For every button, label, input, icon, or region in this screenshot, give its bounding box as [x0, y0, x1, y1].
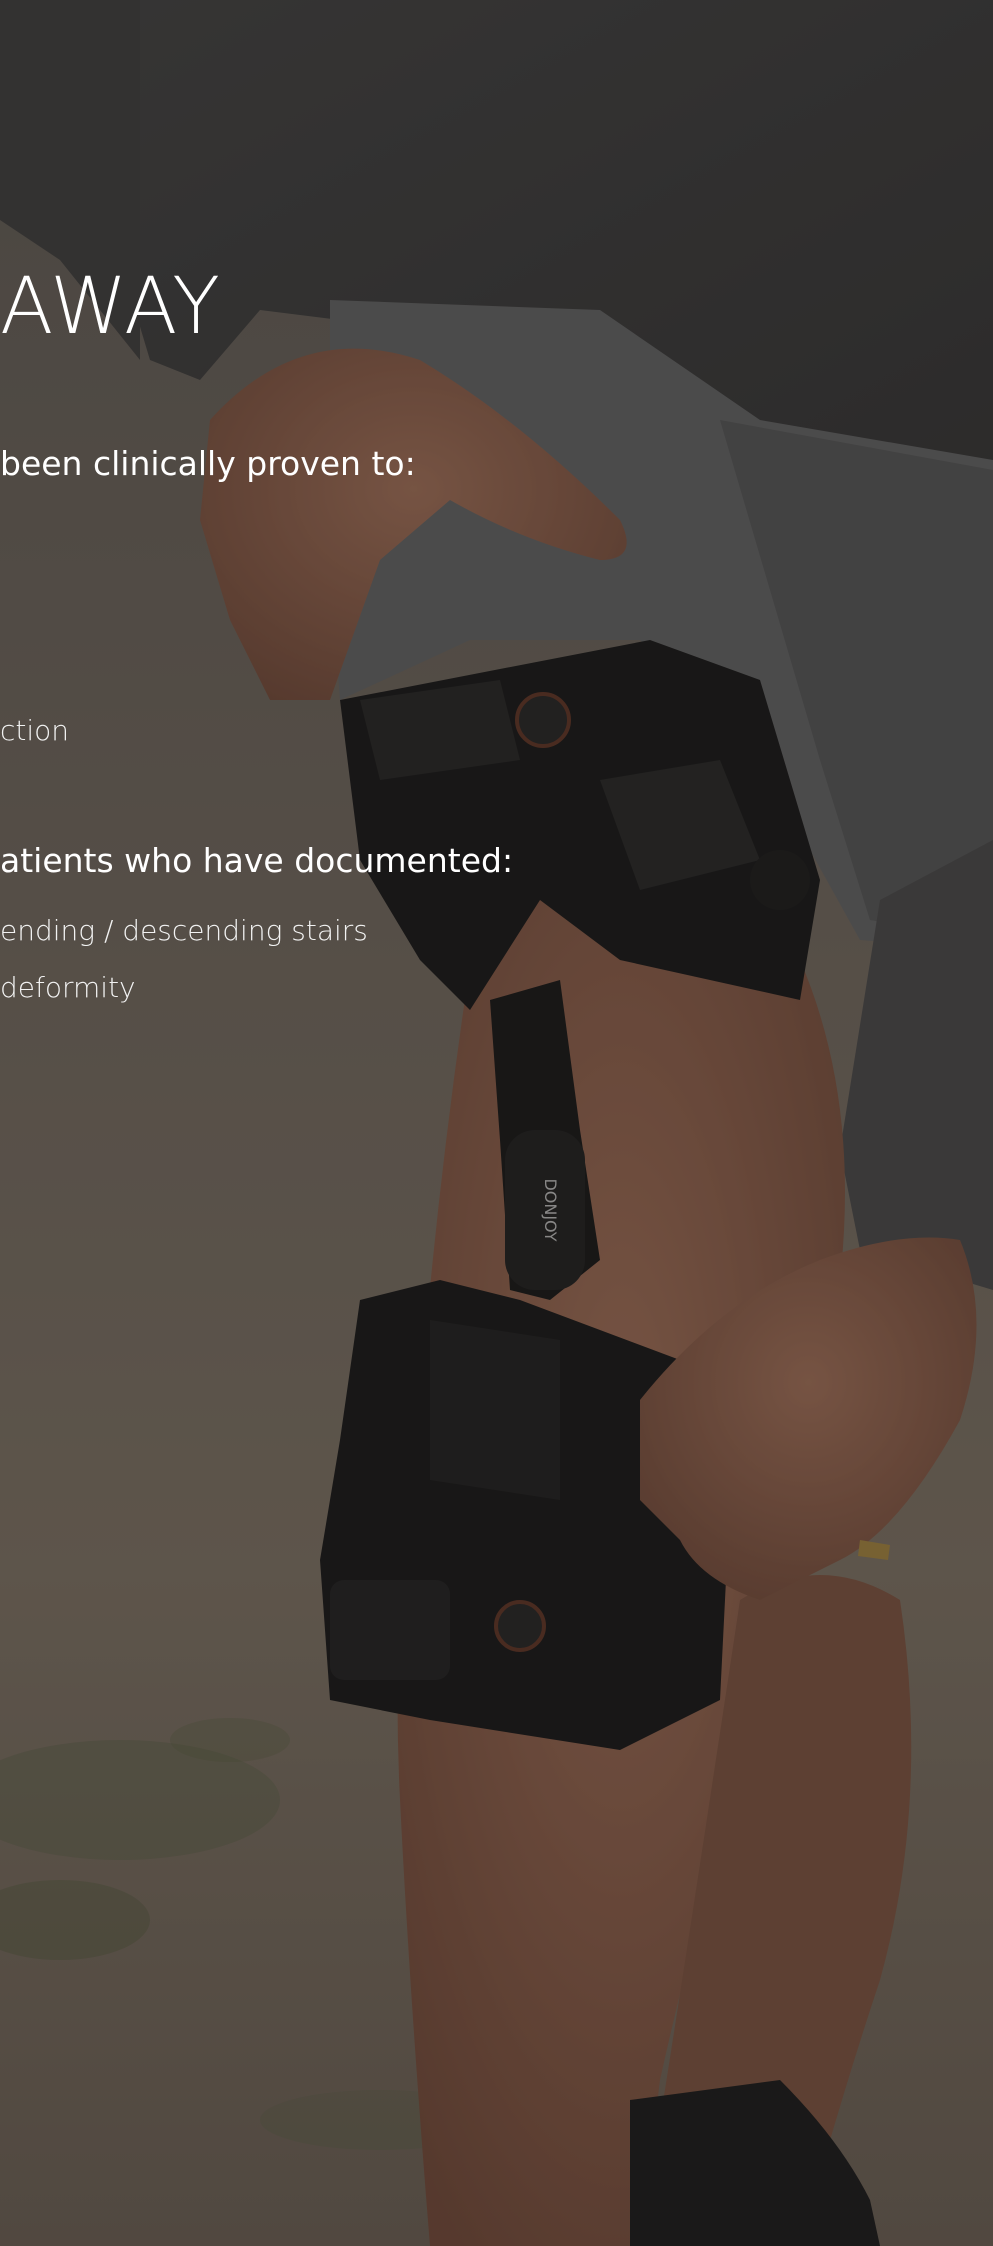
section-2-list-item: ending / descending stairs	[0, 914, 368, 947]
hero-headline: AWAY	[0, 262, 221, 352]
hero-section: DONJOY AWAY been clinically proven to: c…	[0, 0, 993, 2246]
section-1-intro: been clinically proven to:	[0, 444, 416, 483]
section-2-list-item: deformity	[0, 971, 136, 1004]
section-2-intro: atients who have documented:	[0, 841, 514, 880]
hero-text-content: AWAY been clinically proven to: ction at…	[0, 0, 993, 2246]
section-1-list-item: ction	[0, 714, 70, 747]
